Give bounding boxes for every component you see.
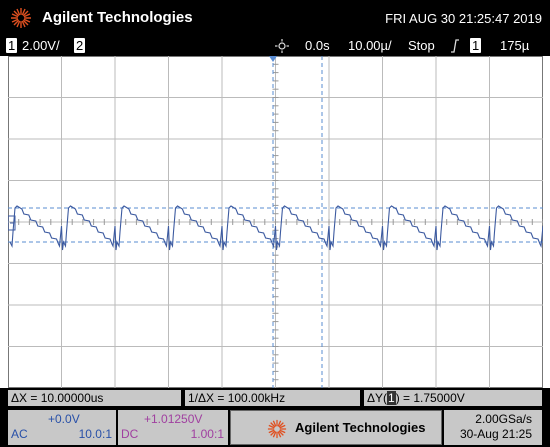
inverse-delta-x-value: 1/ΔX = 100.00kHz [188, 391, 286, 405]
measurement-bar: ΔX = 10.00000us 1/ΔX = 100.00kHz ΔY(1) =… [0, 388, 550, 408]
channel1-info[interactable]: +0.0V AC 10.0:1 [8, 410, 116, 445]
brand-footer: Agilent Technologies [230, 410, 442, 445]
trigger-position-icon[interactable] [275, 39, 289, 53]
channel2-info[interactable]: +1.01250V DC 1.00:1 [118, 410, 228, 445]
ch1-coupling: AC [11, 427, 28, 441]
delta-x-readout: ΔX = 10.00000us [8, 390, 181, 406]
horizontal-position[interactable]: 0.0s [305, 38, 330, 53]
delta-y-suffix: ) = 1.75000V [395, 391, 465, 405]
channel1-indicator[interactable]: 1 [6, 38, 18, 53]
trigger-edge-icon[interactable] [450, 39, 460, 53]
footer-brand: Agilent Technologies [295, 420, 426, 435]
acquisition-date: 30-Aug 21:25 [459, 427, 532, 441]
ch1-probe: 10.0:1 [78, 427, 112, 441]
bottom-bar: +0.0V AC 10.0:1 +1.01250V DC 1.00:1 Agil… [0, 408, 550, 447]
acquisition-info: 2.00GSa/s 30-Aug 21:25 [444, 410, 542, 445]
sample-rate: 2.00GSa/s [475, 412, 532, 426]
ch1-offset: +0.0V [48, 412, 80, 426]
delta-x-value: ΔX = 10.00000us [11, 391, 104, 405]
ch2-coupling: DC [121, 427, 139, 441]
timebase[interactable]: 10.00µ/ [348, 38, 392, 53]
channel1-trace [9, 205, 543, 251]
brand-title: Agilent Technologies [42, 9, 193, 26]
ch2-offset: +1.01250V [144, 412, 203, 426]
delta-y-readout: ΔY(1) = 1.75000V [364, 390, 542, 406]
channel1-scale[interactable]: 2.00V/ [22, 38, 60, 53]
agilent-spark-footer-icon [267, 419, 287, 439]
waveform-graticule [8, 56, 543, 388]
trigger-level[interactable]: 175µ [500, 38, 529, 53]
run-state[interactable]: Stop [408, 38, 435, 53]
trigger-source[interactable]: 1 [470, 38, 482, 53]
delta-y-channel: 1 [387, 391, 396, 405]
channel2-indicator[interactable]: 2 [74, 38, 86, 53]
title-bar: Agilent Technologies FRI AUG 30 21:25:47… [0, 0, 550, 36]
agilent-spark-logo-icon [11, 8, 31, 28]
ch2-probe: 1.00:1 [190, 427, 224, 441]
datetime: FRI AUG 30 21:25:47 2019 [385, 11, 542, 26]
status-bar: 1 2.00V/ 2 0.0s 10.00µ/ Stop 1 175µ [0, 36, 550, 56]
delta-y-prefix: ΔY( [367, 391, 388, 405]
waveform-display[interactable] [8, 56, 543, 388]
inverse-delta-x-readout: 1/ΔX = 100.00kHz [185, 390, 360, 406]
